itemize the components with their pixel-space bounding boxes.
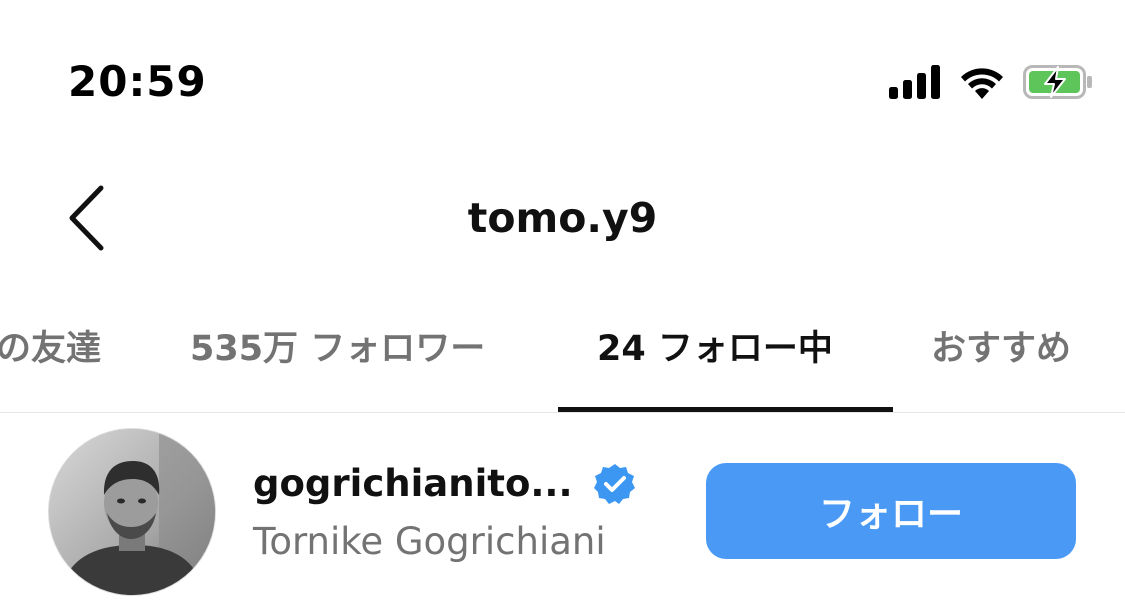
status-icons [889,62,1093,102]
tab-following[interactable]: 24 フォロー中 [597,314,833,410]
full-name: Tornike Gogrichiani [253,520,606,563]
tab-bar: の友達 535万 フォロワー 24 フォロー中 おすすめ [0,314,1125,414]
username-link[interactable]: gogrichianito... [253,459,637,509]
screen: 20:59 tomo.y9 の友達 535万 フォロワー 24 フォロー中 おす… [0,0,1125,612]
wifi-icon [961,68,1003,99]
cellular-signal-icon [889,65,940,99]
status-time: 20:59 [68,57,207,106]
tab-mutual-friends[interactable]: の友達 [0,314,101,410]
page-title: tomo.y9 [467,194,658,242]
tab-suggested[interactable]: おすすめ [931,314,1071,410]
verified-badge-icon [593,464,635,504]
battery-charging-icon [1023,65,1092,99]
avatar[interactable] [49,429,215,595]
tab-followers[interactable]: 535万 フォロワー [190,314,485,410]
follow-button[interactable]: フォロー [706,463,1076,559]
username: gogrichianito... [253,462,573,505]
avatar-photo [49,429,215,595]
list-item: gogrichianito... Tornike Gogrichiani フォロ… [0,413,1125,612]
